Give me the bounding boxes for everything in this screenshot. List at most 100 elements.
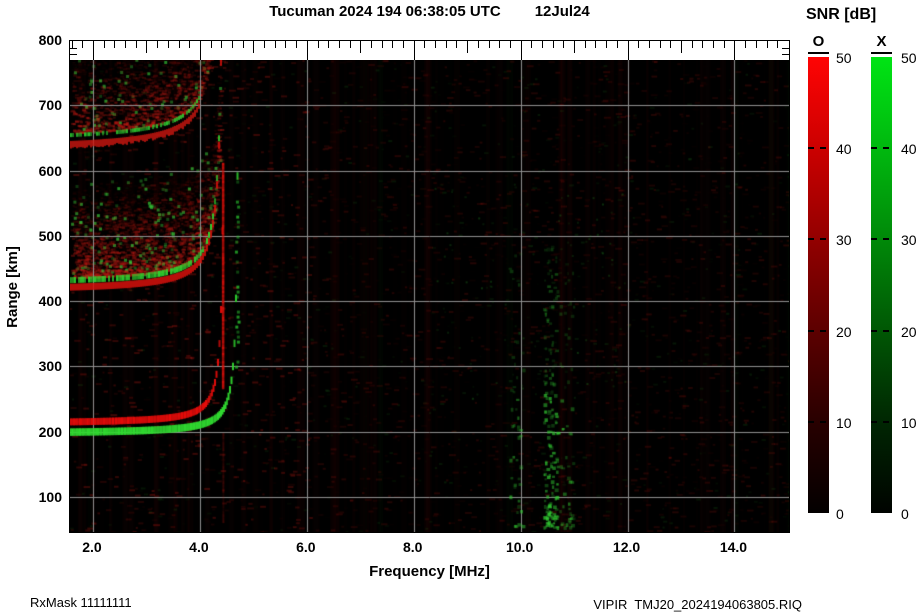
x-axis-minor-tick bbox=[585, 41, 586, 48]
y-tick-label: 600 bbox=[18, 163, 62, 179]
y-axis-minor-tick bbox=[70, 54, 77, 55]
colorbar-o-label: O bbox=[808, 33, 829, 50]
x-axis-minor-tick bbox=[72, 41, 73, 48]
colorbar-x-label: X bbox=[871, 33, 892, 50]
colorbar-x-tick-mark bbox=[871, 421, 892, 423]
x-axis-minor-tick bbox=[702, 41, 703, 48]
x-axis-minor-tick bbox=[414, 41, 415, 60]
y-axis-minor-tick bbox=[782, 61, 789, 62]
x-axis-minor-tick bbox=[200, 41, 201, 60]
x-axis-minor-tick bbox=[595, 41, 596, 48]
x-axis-minor-tick bbox=[82, 41, 83, 48]
colorbar-o-tick-label: 40 bbox=[836, 141, 866, 157]
x-axis-minor-tick bbox=[328, 41, 329, 48]
y-tick-label: 200 bbox=[18, 424, 62, 440]
x-tick-label: 14.0 bbox=[711, 539, 755, 555]
colorbar-o-tick-label: 0 bbox=[836, 506, 866, 522]
x-axis-minor-tick bbox=[371, 41, 372, 48]
x-axis-minor-tick bbox=[542, 41, 543, 48]
x-axis-minor-tick bbox=[221, 41, 222, 48]
x-axis-minor-tick bbox=[360, 41, 361, 53]
x-axis-minor-tick bbox=[510, 41, 511, 48]
x-axis-minor-tick bbox=[638, 41, 639, 48]
x-axis-minor-tick bbox=[232, 41, 233, 48]
x-axis-minor-tick bbox=[777, 41, 778, 48]
x-axis-minor-tick bbox=[553, 41, 554, 48]
x-axis-minor-tick bbox=[489, 41, 490, 48]
colorbar-o-tick-label: 20 bbox=[836, 324, 866, 340]
x-axis-minor-tick bbox=[146, 41, 147, 53]
x-axis-minor-tick bbox=[275, 41, 276, 48]
x-axis-minor-tick bbox=[724, 41, 725, 48]
y-tick-label: 700 bbox=[18, 97, 62, 113]
x-axis-minor-tick bbox=[467, 41, 468, 53]
y-tick-label: 300 bbox=[18, 358, 62, 374]
colorbar-x-tick-label: 40 bbox=[901, 141, 922, 157]
x-axis-minor-tick bbox=[713, 41, 714, 48]
title-date: 12Jul24 bbox=[535, 3, 590, 20]
x-axis-minor-tick bbox=[456, 41, 457, 48]
x-axis-minor-tick bbox=[253, 41, 254, 53]
x-axis-minor-tick bbox=[692, 41, 693, 48]
colorbar-x-tick-label: 30 bbox=[901, 232, 922, 248]
y-axis-minor-tick bbox=[70, 48, 77, 49]
x-tick-label: 8.0 bbox=[391, 539, 435, 555]
ionogram-canvas bbox=[70, 60, 789, 532]
y-tick-label: 500 bbox=[18, 228, 62, 244]
x-axis-minor-tick bbox=[243, 41, 244, 48]
x-axis-minor-tick bbox=[307, 41, 308, 60]
y-tick-label: 800 bbox=[18, 32, 62, 48]
x-axis-minor-tick bbox=[574, 41, 575, 53]
x-axis-minor-tick bbox=[670, 41, 671, 48]
x-axis-minor-tick bbox=[435, 41, 436, 48]
colorbar-x-tick-label: 10 bbox=[901, 415, 922, 431]
plot-frame bbox=[69, 40, 790, 533]
colorbar-x-tick-label: 50 bbox=[901, 50, 922, 66]
x-axis-minor-tick bbox=[499, 41, 500, 48]
y-axis-minor-tick bbox=[782, 54, 789, 55]
x-axis-minor-tick bbox=[168, 41, 169, 48]
x-axis-minor-tick bbox=[382, 41, 383, 48]
colorbar-o-tick-mark bbox=[808, 147, 829, 149]
x-tick-label: 2.0 bbox=[70, 539, 114, 555]
colorbar-o-gradient bbox=[808, 57, 829, 513]
colorbar-x-gradient bbox=[871, 57, 892, 513]
colorbar-title: SNR [dB] bbox=[806, 6, 876, 24]
x-axis-minor-tick bbox=[734, 41, 735, 60]
x-axis-minor-tick bbox=[114, 41, 115, 48]
y-tick-label: 100 bbox=[18, 489, 62, 505]
x-axis-minor-tick bbox=[285, 41, 286, 48]
y-tick-label: 400 bbox=[18, 293, 62, 309]
colorbar-x-tick-mark bbox=[871, 147, 892, 149]
colorbar-o-tick-mark bbox=[808, 238, 829, 240]
page-title: Tucuman 2024 194 06:38:05 UTC12Jul24 bbox=[69, 3, 790, 20]
colorbar-x-tick-mark bbox=[871, 238, 892, 240]
file-name-text: VIPIR TMJ20_2024194063805.RIQ bbox=[593, 597, 802, 612]
x-axis-minor-tick bbox=[649, 41, 650, 48]
x-axis-minor-tick bbox=[136, 41, 137, 48]
ionogram-figure: Tucuman 2024 194 06:38:05 UTC12Jul24 SNR… bbox=[0, 0, 922, 614]
rxmask-text: RxMask 11111111 bbox=[30, 595, 132, 610]
x-axis-minor-tick bbox=[617, 41, 618, 48]
x-axis-minor-tick bbox=[446, 41, 447, 48]
colorbar-x-tick-label: 0 bbox=[901, 506, 922, 522]
x-axis-minor-tick bbox=[521, 41, 522, 60]
x-axis-minor-tick bbox=[104, 41, 105, 48]
x-tick-label: 4.0 bbox=[177, 539, 221, 555]
x-axis-title: Frequency [MHz] bbox=[69, 563, 790, 580]
colorbar-o-tick-mark bbox=[808, 421, 829, 423]
x-axis-minor-tick bbox=[350, 41, 351, 48]
colorbar-o-tick-label: 50 bbox=[836, 50, 866, 66]
x-axis-minor-tick bbox=[179, 41, 180, 48]
x-axis-minor-tick bbox=[211, 41, 212, 48]
x-axis-minor-tick bbox=[189, 41, 190, 48]
colorbar-o-tick-label: 30 bbox=[836, 232, 866, 248]
y-axis-minor-tick bbox=[782, 48, 789, 49]
x-axis-minor-tick bbox=[296, 41, 297, 48]
x-tick-label: 12.0 bbox=[605, 539, 649, 555]
x-axis-minor-tick bbox=[403, 41, 404, 48]
x-axis-minor-tick bbox=[767, 41, 768, 48]
x-axis-minor-tick bbox=[660, 41, 661, 48]
colorbar-x-topline bbox=[871, 52, 892, 54]
x-axis-minor-tick bbox=[628, 41, 629, 60]
